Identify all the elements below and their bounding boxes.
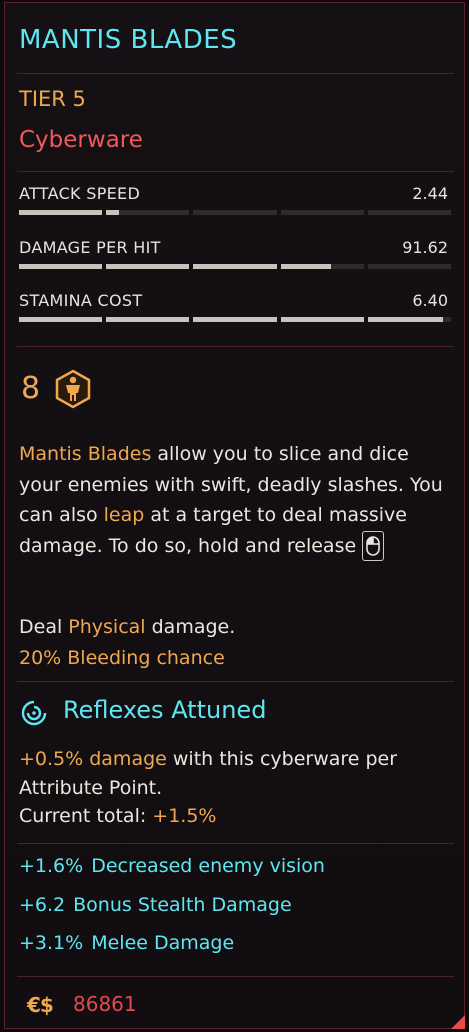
stat-bar-segment: [193, 317, 277, 322]
item-description: Mantis Blades allow you to slice and dic…: [19, 439, 449, 561]
bonus-value: +3.1%: [19, 932, 84, 954]
stat-bar-attack-speed: [19, 210, 452, 215]
damage-type-line: Deal Physical damage.: [19, 616, 235, 638]
bonus-label: Melee Damage: [91, 932, 235, 954]
body-attribute-icon: [55, 369, 91, 409]
desc-keyword-leap: leap: [103, 504, 145, 526]
attunement-current-label: Current total:: [19, 805, 153, 827]
bonus-value: +1.6%: [19, 855, 84, 877]
divider: [17, 171, 454, 172]
stat-value-damage-per-hit: 91.62: [402, 238, 448, 257]
stat-bar-segment: [280, 317, 364, 322]
stat-bar-damage-per-hit: [19, 264, 452, 269]
stat-name-damage-per-hit: DAMAGE PER HIT: [19, 238, 161, 257]
item-type: Cyberware: [19, 127, 143, 153]
corner-accent: [451, 1015, 465, 1029]
divider: [17, 346, 454, 347]
stat-bar-segment: [280, 210, 364, 215]
stat-name-attack-speed: ATTACK SPEED: [19, 184, 141, 203]
eurodollar-icon: €$: [27, 993, 54, 1017]
item-tier: TIER 5: [19, 87, 86, 111]
bleeding-chance: 20% Bleeding chance: [19, 647, 225, 669]
damage-deal-label: Deal: [19, 616, 69, 638]
stat-bar-segment: [280, 264, 364, 269]
attunement-title: Reflexes Attuned: [63, 696, 267, 724]
damage-suffix: damage.: [145, 616, 236, 638]
divider: [17, 976, 454, 977]
stat-name-stamina-cost: STAMINA COST: [19, 291, 143, 310]
stat-bar-segment: [19, 317, 103, 322]
requirement-level: 8: [21, 371, 41, 406]
bonus-line: +6.2 Bonus Stealth Damage: [19, 894, 292, 916]
divider: [17, 681, 454, 682]
mouse-button-icon: [362, 531, 385, 561]
bonus-label: Decreased enemy vision: [91, 855, 325, 877]
stat-bar-segment: [19, 210, 103, 215]
desc-item-name: Mantis Blades: [19, 443, 152, 465]
bonus-line: +1.6% Decreased enemy vision: [19, 855, 325, 877]
attunement-current: Current total: +1.5%: [19, 805, 217, 827]
stat-bar-segment: [193, 210, 277, 215]
stat-bar-segment: [106, 210, 190, 215]
divider: [17, 843, 454, 844]
attunement-bonus-value: +0.5% damage: [19, 748, 167, 770]
stat-bar-segment: [106, 317, 190, 322]
stat-bar-segment: [367, 317, 452, 322]
attunement-description: +0.5% damage with this cyberware per Att…: [19, 745, 439, 803]
item-name: MANTIS BLADES: [19, 25, 238, 55]
attunement-current-value: +1.5%: [152, 805, 217, 827]
stat-bar-stamina-cost: [19, 317, 452, 322]
stat-bar-segment: [19, 264, 103, 269]
stat-value-stamina-cost: 6.40: [412, 291, 448, 310]
reflexes-attunement-icon: [21, 700, 47, 726]
bonus-line: +3.1% Melee Damage: [19, 932, 234, 954]
bonus-value: +6.2: [19, 894, 66, 916]
stat-bar-segment: [193, 264, 277, 269]
bonus-label: Bonus Stealth Damage: [73, 894, 292, 916]
damage-type: Physical: [68, 616, 146, 638]
item-price: 86861: [73, 992, 137, 1016]
stat-bar-segment: [106, 264, 190, 269]
stat-bar-segment: [367, 264, 452, 269]
stat-value-attack-speed: 2.44: [412, 184, 448, 203]
item-tooltip: MANTIS BLADES TIER 5 Cyberware ATTACK SP…: [4, 2, 465, 1029]
divider: [17, 73, 454, 74]
stat-bar-segment: [367, 210, 452, 215]
